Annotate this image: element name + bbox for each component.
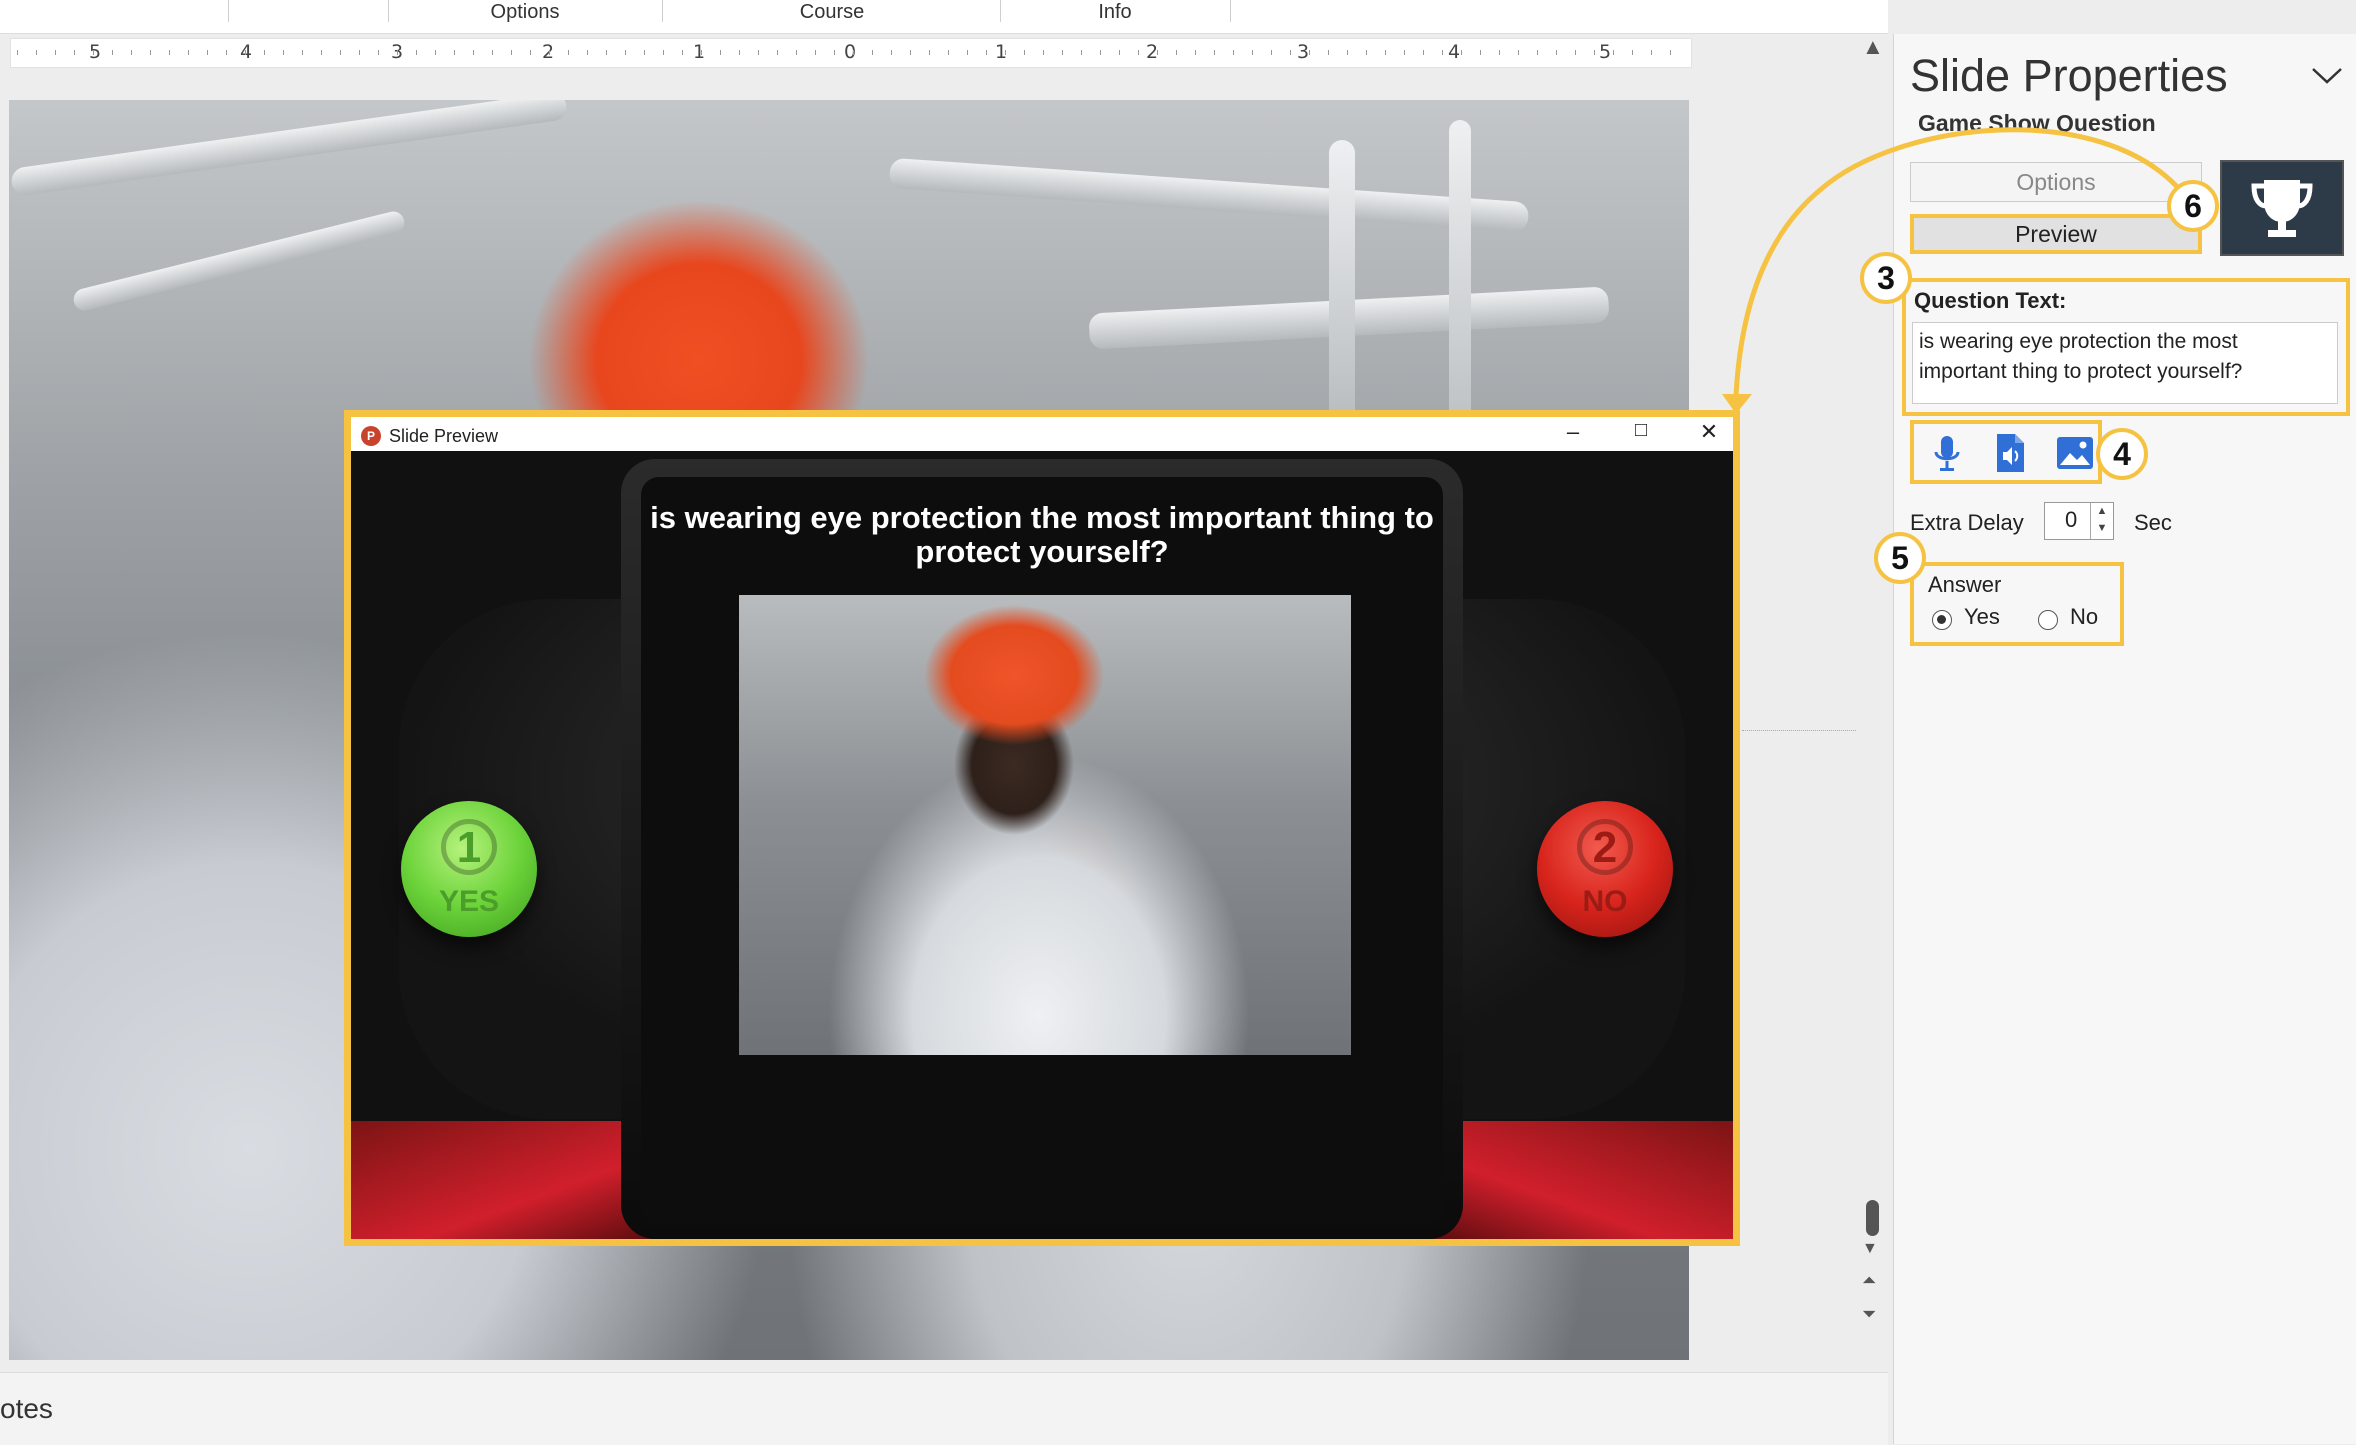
minimize-icon[interactable]: –: [1553, 419, 1593, 445]
powerpoint-icon: P: [361, 426, 381, 446]
preview-title-bar: P Slide Preview – □ ✕: [351, 417, 1733, 451]
yes-number: 1: [441, 819, 497, 875]
yes-label: YES: [438, 885, 500, 918]
question-image: [739, 595, 1351, 1055]
close-icon[interactable]: ✕: [1689, 419, 1729, 445]
stage-light-left: [351, 1121, 651, 1239]
preview-question-text: is wearing eye protection the most impor…: [650, 500, 1434, 569]
callout-badge-5: 5: [1874, 532, 1926, 584]
slide-preview-window: P Slide Preview – □ ✕ is wearing eye pro…: [344, 410, 1740, 1246]
callout-badge-6: 6: [2167, 180, 2219, 232]
preview-slide: is wearing eye protection the most impor…: [351, 451, 1733, 1239]
no-answer-button[interactable]: 2 NO: [1537, 801, 1673, 937]
yes-answer-button[interactable]: 1 YES: [401, 801, 537, 937]
callout-badge-3: 3: [1860, 252, 1912, 304]
no-number: 2: [1577, 819, 1633, 875]
preview-window-title: Slide Preview: [389, 426, 499, 446]
no-label: NO: [1582, 885, 1628, 918]
stage-light-right: [1433, 1121, 1733, 1239]
maximize-icon[interactable]: □: [1621, 419, 1661, 442]
callout-badge-4: 4: [2096, 428, 2148, 480]
